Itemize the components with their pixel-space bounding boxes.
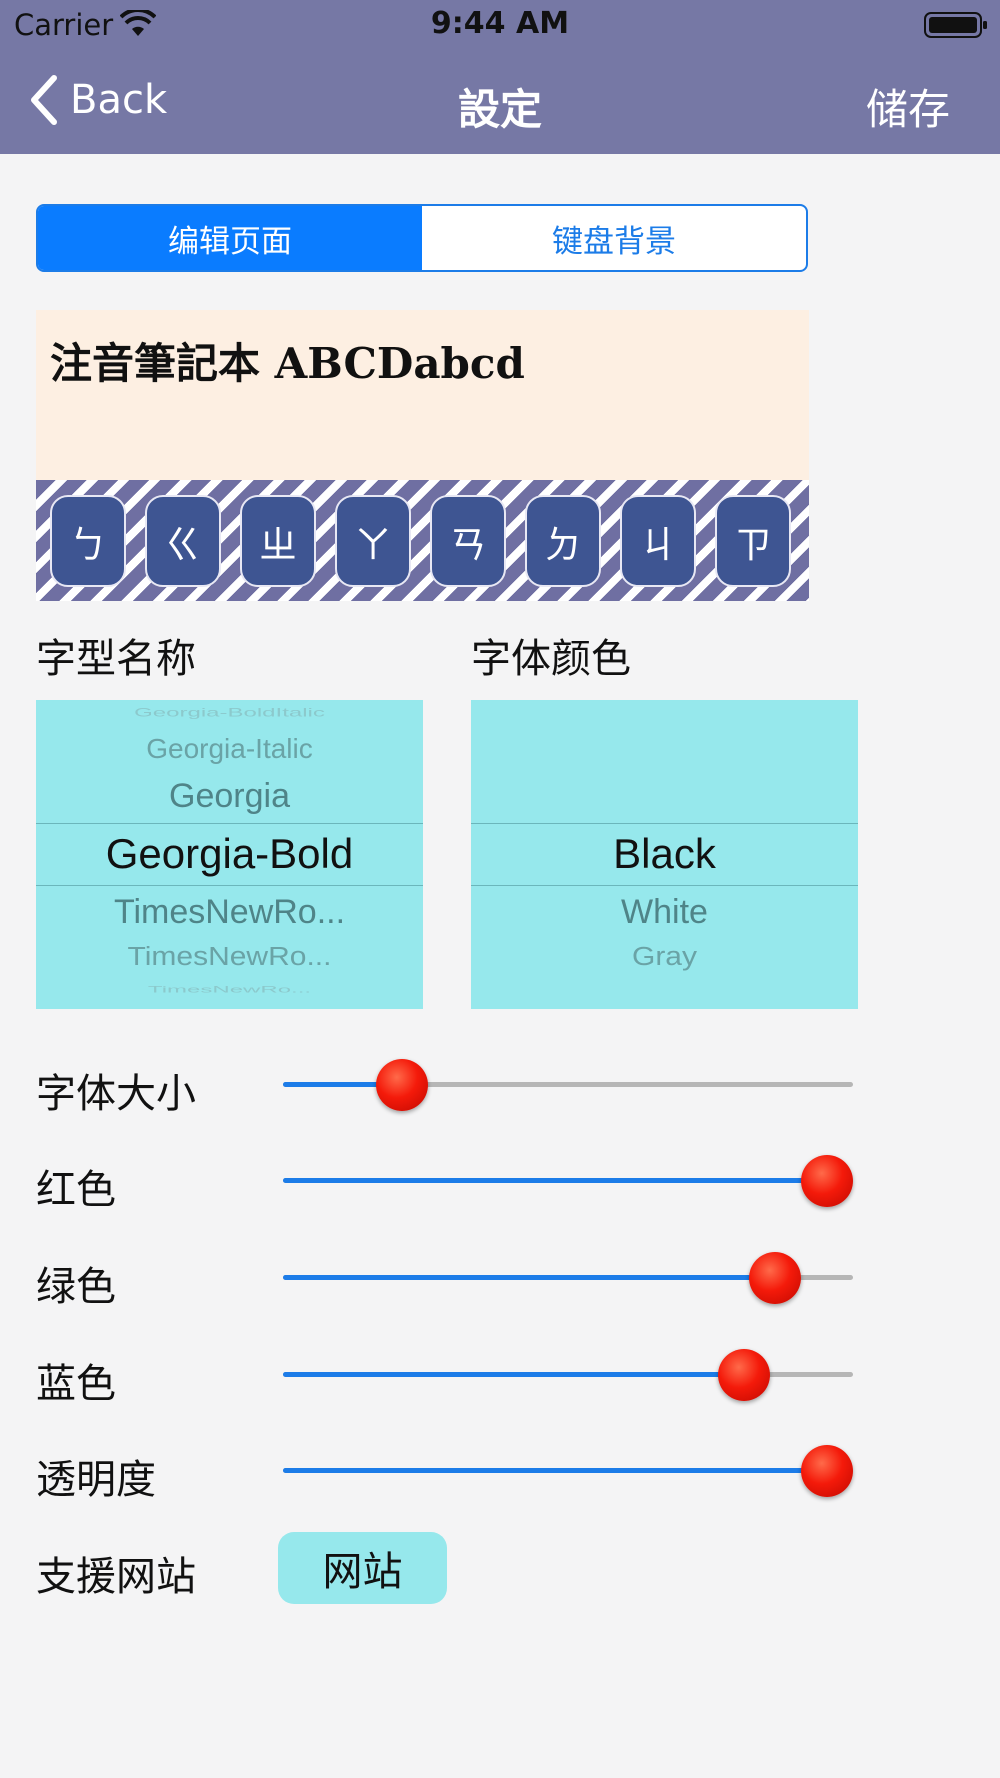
slider-thumb[interactable] [749, 1252, 802, 1304]
font-color-picker[interactable]: Black White Gray [471, 700, 858, 1009]
keyboard-key: ㄗ [715, 495, 791, 587]
slider-thumb[interactable] [801, 1155, 853, 1207]
preview-text: 注音筆記本 ABCDabcd [50, 339, 525, 388]
slider-fill [283, 1275, 776, 1280]
keyboard-key: ㄉ [525, 495, 601, 587]
slider-fill [283, 1468, 827, 1473]
picker-option[interactable]: TimesNewRo... [36, 893, 423, 932]
navigation-bar: Carrier 9:44 AM Back 設定 储存 [0, 0, 1000, 154]
picker-option[interactable]: White [471, 893, 858, 932]
settings-screen: Carrier 9:44 AM Back 設定 储存 编辑页面 键盘背景 注音筆… [0, 0, 1000, 1778]
keyboard-key: ㄓ [240, 495, 316, 587]
picker-selection-bottom-line [36, 885, 423, 886]
font-name-label: 字型名称 [36, 636, 196, 682]
slider-fill [283, 1178, 827, 1183]
website-button[interactable]: 网站 [278, 1532, 447, 1604]
red-slider[interactable] [283, 1151, 853, 1211]
blue-label: 蓝色 [36, 1361, 116, 1407]
font-name-picker[interactable]: Georgia-BoldItalic Georgia-Italic Georgi… [36, 700, 423, 1009]
green-slider[interactable] [283, 1248, 853, 1308]
segment-keyboard-background[interactable]: 键盘背景 [422, 206, 806, 270]
segmented-control: 编辑页面 键盘背景 [36, 204, 808, 272]
support-website-label: 支援网站 [36, 1554, 196, 1600]
red-label: 红色 [36, 1167, 116, 1213]
slider-fill [283, 1372, 745, 1377]
picker-selection-top-line [36, 823, 423, 824]
picker-selection-bottom-line [471, 885, 858, 886]
font-color-label: 字体颜色 [471, 636, 631, 682]
keyboard-key: ㄢ [430, 495, 506, 587]
picker-option[interactable]: Georgia-BoldItalic [36, 706, 423, 720]
blue-slider[interactable] [283, 1345, 853, 1405]
slider-thumb[interactable] [376, 1059, 429, 1111]
keyboard-key: ㄅ [50, 495, 126, 587]
picker-option[interactable]: Georgia [36, 777, 423, 816]
slider-thumb[interactable] [718, 1349, 771, 1401]
page-title: 設定 [457, 85, 542, 134]
keyboard-key: ㄍ [145, 495, 221, 587]
keyboard-key: ㄚ [335, 495, 411, 587]
keyboard-key: ㄐ [620, 495, 696, 587]
slider-thumb[interactable] [801, 1445, 853, 1497]
picker-selected-option[interactable]: Georgia-Bold [36, 830, 423, 878]
picker-selected-option[interactable]: Black [471, 830, 858, 878]
picker-option[interactable]: Georgia-Italic [36, 733, 423, 765]
font-size-label: 字体大小 [36, 1071, 196, 1117]
picker-option[interactable]: TimesNewRo... [36, 943, 423, 972]
battery-icon [924, 12, 987, 38]
save-button[interactable]: 储存 [866, 76, 950, 137]
status-time: 9:44 AM [430, 6, 570, 41]
picker-option[interactable]: TimesNewRo... [36, 984, 423, 995]
keyboard-preview: ㄅ ㄍ ㄓ ㄚ ㄢ ㄉ ㄐ ㄗ [36, 480, 809, 601]
opacity-slider[interactable] [283, 1441, 853, 1501]
text-preview: 注音筆記本 ABCDabcd [36, 310, 809, 480]
picker-selection-top-line [471, 823, 858, 824]
picker-option[interactable]: Gray [471, 943, 858, 972]
opacity-label: 透明度 [36, 1457, 156, 1503]
green-label: 绿色 [36, 1264, 116, 1310]
segment-edit-page[interactable]: 编辑页面 [38, 206, 422, 270]
font-size-slider[interactable] [283, 1055, 853, 1115]
